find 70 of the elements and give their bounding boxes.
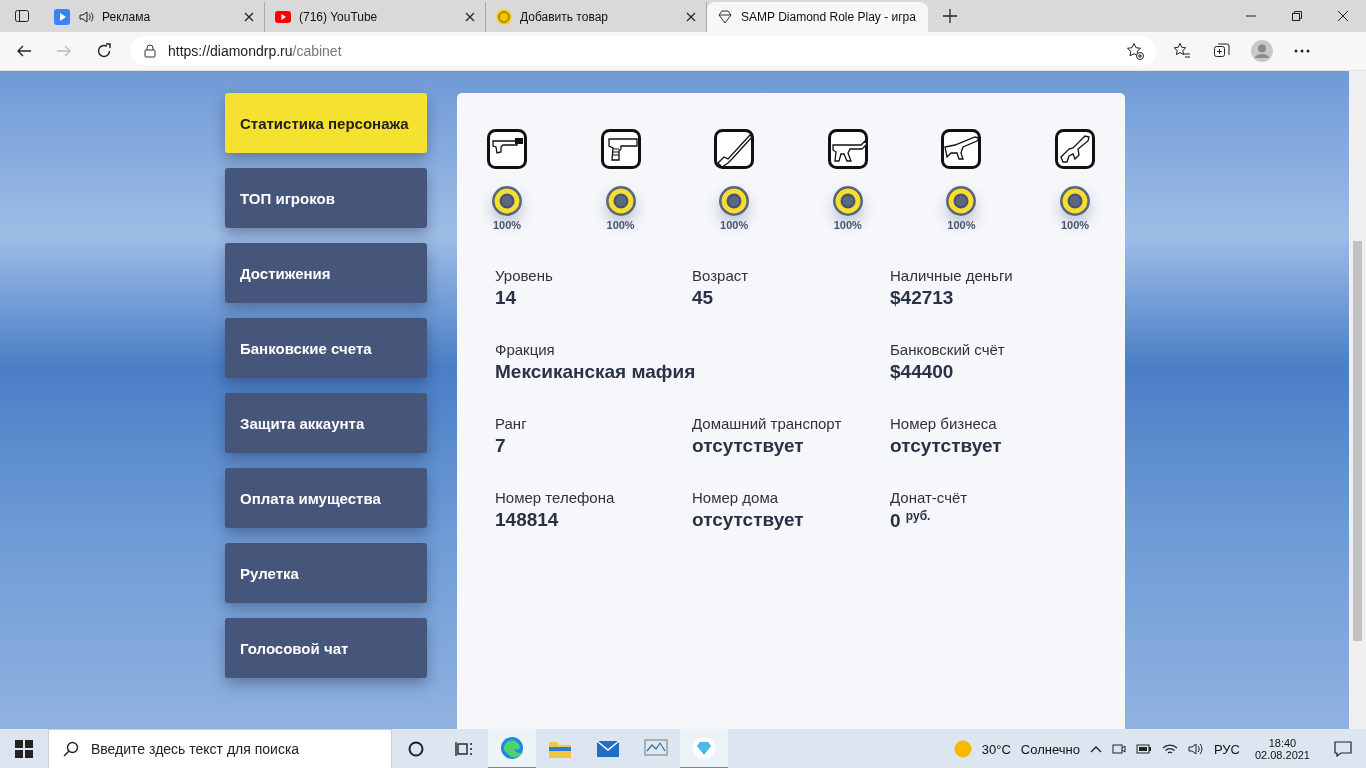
search-field[interactable]: Введите здесь текст для поиска: [48, 729, 392, 768]
stat-label: Банковский счёт: [890, 341, 1005, 358]
clock-time[interactable]: 18:40: [1268, 737, 1297, 749]
gun-icon: [487, 129, 527, 169]
stat-value: Мексиканская мафия: [495, 361, 696, 383]
stat-value: отсутствует: [890, 435, 1002, 457]
stat-label: Ранг: [495, 415, 527, 432]
diamond-icon: [717, 9, 733, 25]
video-icon: [275, 9, 291, 25]
stat-label: Номер телефона: [495, 489, 615, 506]
sidebar-item[interactable]: Оплата имущества: [225, 468, 427, 528]
scrollbar[interactable]: [1349, 71, 1366, 729]
stat-value: 45: [692, 287, 714, 309]
coin-icon: [496, 9, 512, 25]
stat-label: Номер бизнеса: [890, 415, 997, 432]
lock-icon: [144, 44, 156, 58]
gun-icon: [941, 129, 982, 169]
weather-text: Солнечно: [1019, 741, 1081, 757]
language-indicator[interactable]: РУС: [1208, 741, 1245, 757]
tab-title: SAMP Diamond Role Play - игра: [741, 10, 917, 24]
close-icon[interactable]: [686, 12, 696, 22]
sidebar-item[interactable]: Банковские счета: [225, 318, 427, 378]
sidebar-item[interactable]: ТОП игроков: [225, 168, 427, 228]
stat-label: Фракция: [495, 341, 555, 358]
sidebar-item[interactable]: Статистика персонажа: [225, 93, 427, 153]
stat-label: Наличные деньги: [890, 267, 1013, 284]
speaker-icon[interactable]: [78, 9, 94, 25]
gun-icon: [1054, 129, 1095, 169]
play-icon: [54, 9, 70, 25]
stat-label: Возраст: [692, 267, 749, 284]
stat-value: отсутствует: [692, 435, 804, 457]
scroll-thumb[interactable]: [1353, 241, 1362, 641]
star-add-icon[interactable]: [1126, 42, 1144, 60]
stat-value: 148814: [495, 509, 559, 531]
skill-percent: 100%: [720, 219, 749, 231]
diamond-app-icon[interactable]: [680, 729, 728, 768]
tab-title: Реклама: [102, 10, 152, 24]
address-bar[interactable]: https://diamondrp.ru/cabinet: [130, 36, 1156, 66]
close-icon[interactable]: [244, 12, 254, 22]
browser-tab[interactable]: SAMP Diamond Role Play - игра: [707, 2, 928, 32]
sidebar-item[interactable]: Рулетка: [225, 543, 427, 603]
skill-percent: 100%: [947, 219, 976, 231]
gun-icon: [600, 129, 641, 169]
browser-app-icon[interactable]: [488, 729, 536, 768]
gun-icon: [714, 129, 755, 169]
skill-percent: 100%: [492, 219, 522, 231]
search-icon: [63, 741, 79, 757]
sidebar-item[interactable]: Достижения: [225, 243, 427, 303]
stat-label: Донат-счёт: [890, 489, 968, 506]
stat-label: Домашний транспорт: [692, 415, 842, 432]
stat-value: 7: [495, 435, 506, 457]
tab-title: (716) YouTube: [299, 10, 379, 24]
sidebar-item[interactable]: Защита аккаунта: [225, 393, 427, 453]
skill-percent: 100%: [606, 219, 635, 231]
sidebar-item[interactable]: Голосовой чат: [225, 618, 427, 678]
stat-label: Номер дома: [692, 489, 779, 506]
stat-value: $42713: [890, 287, 954, 309]
skill-percent: 100%: [833, 219, 862, 231]
weather-temperature: 30°C: [980, 741, 1012, 757]
clock-date[interactable]: 02.08.2021: [1254, 749, 1310, 761]
skill-percent: 100%: [1060, 219, 1090, 231]
stat-value: 14: [495, 287, 517, 309]
stat-value: отсутствует: [692, 509, 804, 531]
gun-icon: [827, 129, 868, 169]
stat-label: Уровень: [495, 267, 553, 284]
close-icon[interactable]: [465, 12, 475, 22]
tab-title: Добавить товар: [520, 10, 609, 24]
url-text: https://diamondrp.ru/cabinet: [168, 43, 342, 59]
stat-value: $44400: [890, 361, 954, 383]
stat-value: 0 $^{руб.}$: [890, 509, 931, 533]
